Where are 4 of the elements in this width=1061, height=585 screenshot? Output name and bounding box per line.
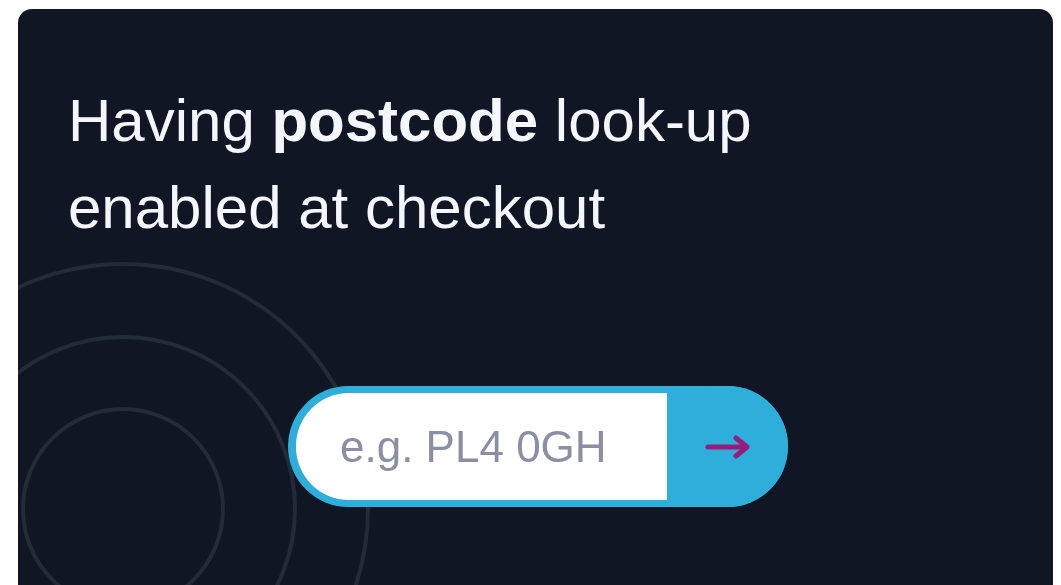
postcode-field[interactable]: e.g. PL4 0GH: [288, 386, 788, 507]
card-heading: Having postcode look-up enabled at checkout: [68, 86, 753, 243]
arrow-right-icon: [704, 434, 751, 459]
submit-button[interactable]: [667, 386, 788, 507]
